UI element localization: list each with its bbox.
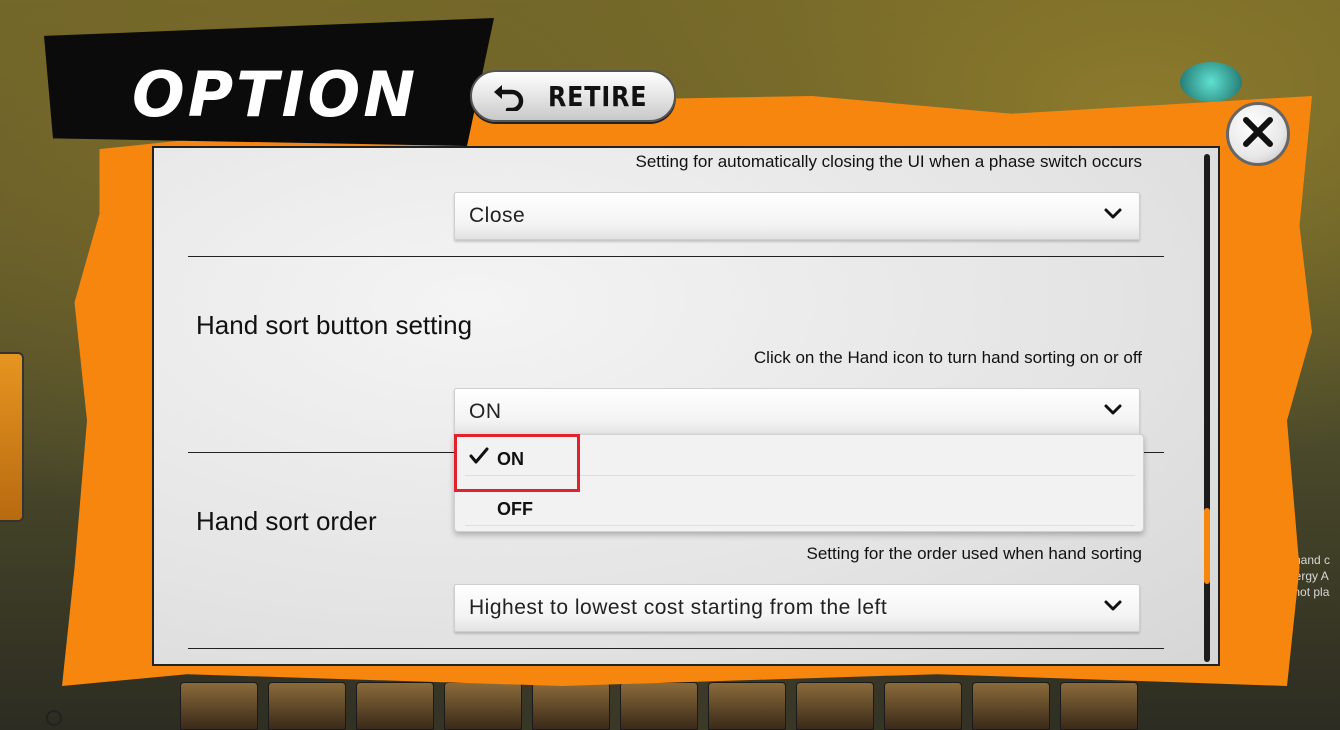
close-icon [1241, 115, 1275, 154]
background-hand-card [180, 682, 258, 730]
background-hand-card [620, 682, 698, 730]
close-button[interactable] [1226, 102, 1290, 166]
scrollbar-thumb[interactable] [1204, 508, 1210, 584]
retire-button[interactable]: RETIRE [470, 70, 676, 122]
background-hand-card [796, 682, 874, 730]
retire-label: RETIRE [548, 79, 648, 113]
hand-sort-button-title: Hand sort button setting [196, 310, 473, 340]
hand-sort-button-description: Click on the Hand icon to turn hand sort… [753, 348, 1142, 367]
chevron-down-icon [1103, 599, 1123, 618]
background-hand-card [708, 682, 786, 730]
background-hand-card [356, 682, 434, 730]
background-hand-card [1060, 682, 1138, 730]
hand-sort-button-select[interactable]: ON [454, 388, 1140, 436]
phase-close-description: Setting for automatically closing the UI… [635, 152, 1142, 171]
section-divider [188, 256, 1164, 257]
background-small-icon [46, 710, 62, 726]
scrollbar[interactable] [1204, 154, 1210, 662]
chevron-down-icon [1103, 207, 1123, 226]
selection-highlight [454, 434, 580, 492]
dropdown-option-label: OFF [497, 498, 533, 519]
undo-arrow-icon [492, 80, 526, 112]
hand-sort-order-title: Hand sort order [196, 506, 377, 536]
background-hand-card [884, 682, 962, 730]
background-card-left [0, 352, 24, 522]
hand-sort-order-description: Setting for the order used when hand sor… [806, 544, 1143, 563]
phase-close-value: Close [469, 204, 526, 227]
background-hand-card [268, 682, 346, 730]
dropdown-separator [465, 525, 1135, 526]
page-title: OPTION [132, 58, 419, 131]
phase-close-select[interactable]: Close [454, 192, 1140, 240]
chevron-down-icon [1103, 403, 1123, 422]
background-orb [1180, 62, 1242, 102]
options-content[interactable]: Setting for automatically closing the UI… [152, 146, 1220, 666]
section-divider [188, 648, 1164, 649]
hand-sort-order-select[interactable]: Highest to lowest cost starting from the… [454, 584, 1140, 632]
background-hand-card [532, 682, 610, 730]
hand-sort-button-value: ON [469, 400, 502, 423]
background-hand-card [444, 682, 522, 730]
hand-sort-order-value: Highest to lowest cost starting from the… [469, 596, 888, 619]
background-hand-card [972, 682, 1050, 730]
